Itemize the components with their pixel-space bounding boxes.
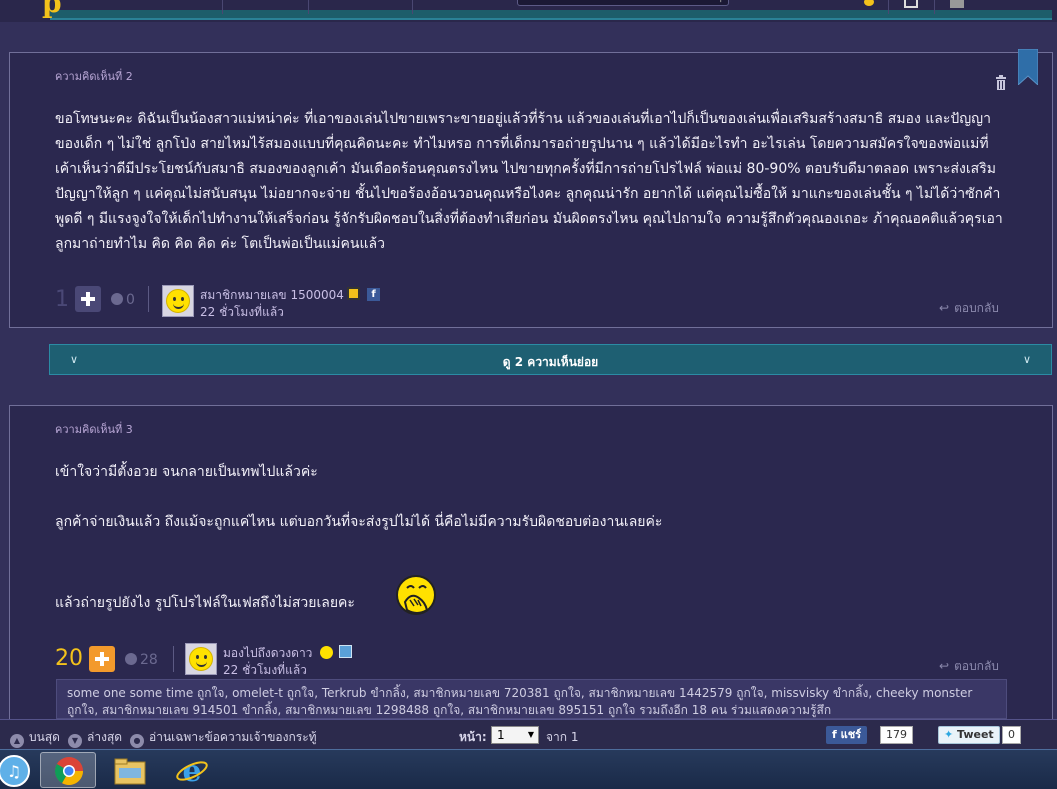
tweet-count: 0 (1002, 726, 1021, 744)
reply-button[interactable]: ↩ ตอบกลับ (939, 657, 999, 676)
search-input[interactable]: ⚲ (517, 0, 729, 6)
svg-text:e: e (182, 754, 201, 787)
reply-button[interactable]: ↩ ตอบกลับ (939, 299, 999, 318)
page-label: หน้า: (459, 730, 487, 744)
reply-arrow-icon: ↩ (939, 659, 950, 673)
reactions-list[interactable]: some one some time ถูกใจ, omelet-t ถูกใจ… (56, 679, 1007, 719)
arrow-down-icon: ▼ (68, 734, 82, 748)
owner-only-button[interactable]: ● อ่านเฉพาะข้อความเจ้าของกระทู้ (130, 728, 317, 748)
file-explorer-icon[interactable] (102, 752, 158, 788)
user-icon: ● (130, 734, 144, 748)
share-count: 179 (880, 726, 913, 744)
tweet-button[interactable]: ✦ Tweet (938, 726, 1000, 744)
emotion-icon (111, 293, 123, 305)
covering-mouth-emoji (396, 575, 436, 615)
trash-icon[interactable] (994, 75, 1008, 91)
comment-card: ความคิดเห็นที่ 2 ขอโทษนะคะ ดิฉันเป็นน้อง… (9, 52, 1053, 328)
nav-divider (934, 0, 935, 14)
member-badge-icon (347, 287, 360, 300)
comment-body: ขอโทษนะคะ ดิฉันเป็นน้องสาวแม่หน่าค่ะ ที่… (55, 111, 1003, 252)
dropdown-arrow-icon: ▼ (527, 730, 534, 739)
nav-divider (308, 0, 309, 14)
vote-score: 1 (55, 287, 69, 312)
avatar[interactable] (185, 643, 217, 675)
chevron-down-icon: ∨ (1022, 353, 1031, 366)
site-logo[interactable]: p (42, 0, 62, 19)
facebook-icon: f (832, 728, 841, 741)
scroll-top-button[interactable]: ▲ บนสุด (10, 728, 60, 748)
smiley-avatar (166, 289, 190, 313)
scroll-bottom-button[interactable]: ▼ ล่างสุด (68, 728, 122, 748)
svg-text:♫: ♫ (7, 762, 21, 781)
windows-taskbar: ♫ e (0, 749, 1057, 789)
post-time: 22 ชั่วโมงที่แล้ว (200, 305, 284, 319)
reply-arrow-icon: ↩ (939, 301, 950, 315)
page-total: จาก 1 (546, 730, 579, 744)
twitter-icon: ✦ (944, 728, 958, 741)
smiley-avatar (189, 647, 213, 671)
view-subcomments-button[interactable]: ∨ ดู 2 ความเห็นย่อย ∨ (49, 344, 1052, 375)
plus-icon[interactable] (89, 646, 115, 672)
nav-divider (412, 0, 413, 14)
emotion-icon (125, 653, 137, 665)
internet-explorer-icon[interactable]: e (164, 752, 220, 788)
page-select[interactable]: 1 ▼ (491, 726, 539, 744)
comment-paragraph: เข้าใจว่ามีตั้งอวย จนกลายเป็นเทพไปแล้วค่… (55, 464, 318, 480)
comment-paragraph: แล้วถ่ายรูปยังไง รูปโปรไฟล์ในเฟสถึงไม่สว… (55, 595, 355, 611)
header-nav-bar (50, 10, 1052, 20)
bookmark-icon[interactable] (1018, 49, 1038, 85)
search-icon[interactable]: ⚲ (717, 0, 724, 4)
member-badge-icon (339, 645, 352, 658)
notification-icon[interactable] (864, 0, 874, 6)
user-avatar[interactable] (950, 0, 964, 8)
comment-number: ความคิดเห็นที่ 3 (55, 423, 133, 436)
emotion-count[interactable]: 0 (111, 292, 135, 308)
post-time: 22 ชั่วโมงที่แล้ว (223, 663, 307, 677)
vote-score: 20 (55, 646, 83, 671)
comment-number: ความคิดเห็นที่ 2 (55, 70, 133, 83)
subcomments-label: ดู 2 ความเห็นย่อย (502, 355, 599, 369)
comment-paragraph: ลูกค้าจ่ายเงินแล้ว ถึงแม้จะถูกแค่ไหน แต่… (55, 514, 663, 530)
plus-icon[interactable] (75, 286, 101, 312)
divider (148, 286, 149, 312)
itunes-icon[interactable]: ♫ (0, 752, 42, 788)
avatar[interactable] (162, 285, 194, 317)
facebook-icon: f (367, 288, 380, 301)
laugh-emoji-icon (320, 646, 333, 659)
facebook-share-button[interactable]: f แชร์ (826, 726, 868, 744)
divider (173, 646, 174, 672)
chrome-icon[interactable] (40, 752, 96, 788)
site-header: p ⚲ (0, 0, 1057, 22)
thread-bottom-bar: ▲ บนสุด ▼ ล่างสุด ● อ่านเฉพาะข้อความเจ้าของ… (0, 719, 1057, 749)
arrow-up-icon: ▲ (10, 734, 24, 748)
emotion-count[interactable]: 28 (125, 652, 158, 668)
nav-divider (888, 0, 889, 14)
message-icon[interactable] (904, 0, 918, 8)
nav-divider (222, 0, 223, 14)
